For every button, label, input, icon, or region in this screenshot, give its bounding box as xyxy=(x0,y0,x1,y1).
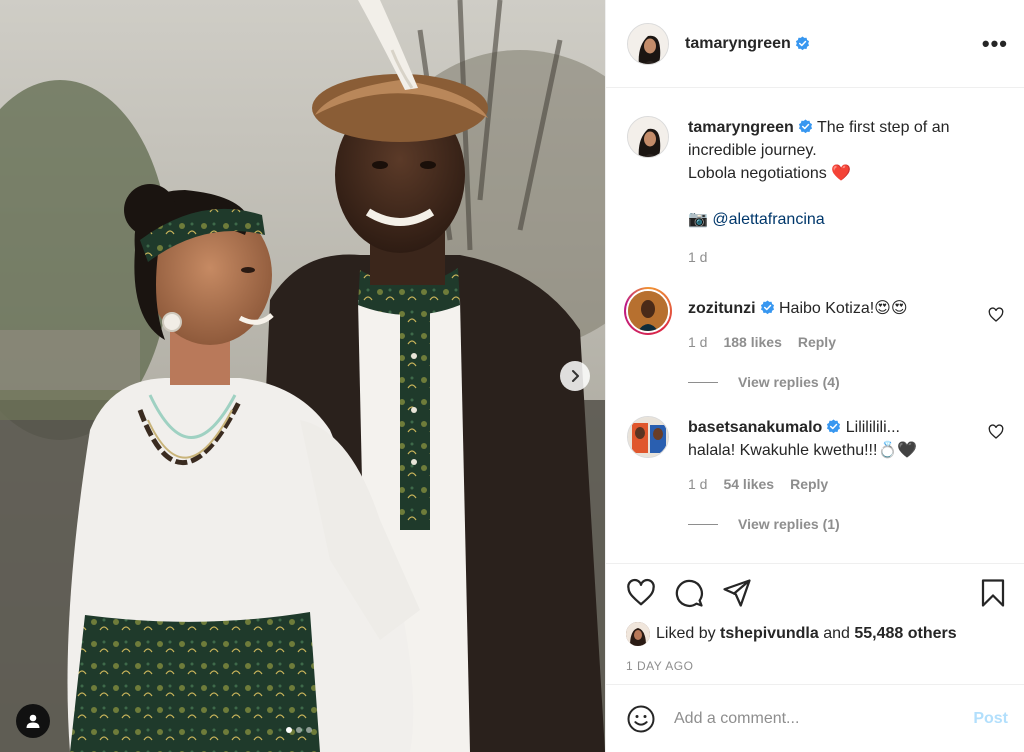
comment-bubble-icon[interactable] xyxy=(674,578,704,608)
verified-badge-icon xyxy=(795,36,809,51)
comment-item: zozitunzi Haibo Kotiza!😍😍 1 d 188 likes … xyxy=(624,287,1008,350)
author-avatar[interactable] xyxy=(627,22,669,65)
view-replies-button[interactable]: View replies (1) xyxy=(688,516,1008,532)
comment-item: basetsanakumalo Lilililili... halala! Kw… xyxy=(627,416,1008,492)
post-timestamp[interactable]: 1 DAY AGO xyxy=(626,659,1008,673)
caption-author-avatar-image xyxy=(628,117,668,157)
verified-badge-icon xyxy=(827,419,841,434)
add-comment-bar: Post xyxy=(606,684,1024,752)
liked-by-user-link[interactable]: tshepivundla xyxy=(720,625,819,643)
user-icon xyxy=(26,714,40,728)
post-actions: Liked by tshepivundla and 55,488 others … xyxy=(606,563,1024,684)
like-comment-heart-icon[interactable] xyxy=(988,307,1004,323)
replies-divider xyxy=(688,523,718,525)
comment-age: 1 d xyxy=(688,334,708,350)
share-paper-plane-icon[interactable] xyxy=(722,578,752,608)
comment-username[interactable]: basetsanakumalo xyxy=(688,419,822,436)
comments-section: tamaryngreen The first step of an incred… xyxy=(606,88,1024,563)
photographer-mention-link[interactable]: @alettafrancina xyxy=(712,211,824,228)
replies-divider xyxy=(688,381,718,383)
caption: tamaryngreen The first step of an incred… xyxy=(627,116,1008,265)
caption-age: 1 d xyxy=(688,249,708,265)
tagged-users-button[interactable] xyxy=(16,704,50,738)
comment-username[interactable]: zozitunzi xyxy=(688,300,756,317)
carousel-dot xyxy=(306,727,312,733)
liker-avatar[interactable] xyxy=(626,622,650,646)
action-icons xyxy=(626,578,1008,608)
carousel-next-button[interactable] xyxy=(560,361,590,391)
reply-button[interactable]: Reply xyxy=(790,476,828,492)
commenter-avatar xyxy=(626,289,670,333)
view-replies-button[interactable]: View replies (4) xyxy=(688,374,1008,390)
liked-by-prefix: Liked by xyxy=(656,625,716,642)
comment-body-line-2: halala! Kwakuhle kwethu!!!💍🖤 xyxy=(688,442,918,459)
caption-username[interactable]: tamaryngreen xyxy=(688,119,794,136)
post-modal: tamaryngreen ••• tamaryngreen The first … xyxy=(0,0,1024,752)
liker-avatar-image xyxy=(626,622,650,646)
caption-text: tamaryngreen The first step of an incred… xyxy=(688,116,988,231)
comment-body-line-1: Lilililili... xyxy=(845,419,900,436)
post-sidebar: tamaryngreen ••• tamaryngreen The first … xyxy=(605,0,1024,752)
comment-meta: 1 d 188 likes Reply xyxy=(688,334,988,350)
carousel-dot-active xyxy=(286,727,292,733)
liked-by-and: and xyxy=(823,625,850,642)
comment-likes[interactable]: 54 likes xyxy=(723,476,774,492)
save-bookmark-icon[interactable] xyxy=(978,578,1008,608)
like-heart-icon[interactable] xyxy=(626,578,656,608)
likes-summary: Liked by tshepivundla and 55,488 others xyxy=(626,622,1008,646)
comment-age: 1 d xyxy=(688,476,708,492)
carousel-indicator xyxy=(286,727,312,733)
author-avatar-image xyxy=(628,23,668,64)
camera-icon: 📷 xyxy=(688,211,708,228)
caption-line-3: Lobola negotiations ❤️ xyxy=(688,165,852,182)
comment-text: basetsanakumalo Lilililili... halala! Kw… xyxy=(688,416,988,462)
post-header: tamaryngreen ••• xyxy=(606,0,1024,88)
commenter-avatar-image xyxy=(628,291,668,331)
commenter-avatar-story-ring[interactable] xyxy=(624,287,672,335)
photo-scene xyxy=(0,0,605,752)
like-comment-heart-icon[interactable] xyxy=(988,424,1004,440)
post-photo[interactable] xyxy=(0,0,605,752)
commenter-avatar[interactable] xyxy=(627,416,669,458)
caption-line-1: The first step of an xyxy=(816,119,950,136)
post-comment-button[interactable]: Post xyxy=(973,710,1008,728)
reply-button[interactable]: Reply xyxy=(798,334,836,350)
view-replies-label: View replies (4) xyxy=(738,374,840,390)
verified-badge-icon xyxy=(760,300,774,315)
comment-text: zozitunzi Haibo Kotiza!😍😍 xyxy=(688,297,988,320)
comment-input[interactable] xyxy=(674,709,974,728)
author-username[interactable]: tamaryngreen xyxy=(685,35,791,53)
emoji-smiley-icon[interactable] xyxy=(626,704,656,734)
chevron-right-icon xyxy=(572,370,579,382)
likes-count-link[interactable]: 55,488 others xyxy=(854,625,956,643)
commenter-avatar-image xyxy=(628,417,668,457)
comment-likes[interactable]: 188 likes xyxy=(723,334,781,350)
comment-meta: 1 d 54 likes Reply xyxy=(688,476,988,492)
caption-meta: 1 d xyxy=(688,249,988,265)
verified-badge-icon xyxy=(798,119,812,134)
view-replies-label: View replies (1) xyxy=(738,516,840,532)
comment-body: Haibo Kotiza!😍😍 xyxy=(779,300,908,317)
caption-line-2: incredible journey. xyxy=(688,142,817,159)
caption-author-avatar[interactable] xyxy=(627,116,669,158)
carousel-dot xyxy=(296,727,302,733)
more-options-button[interactable]: ••• xyxy=(982,32,1008,55)
